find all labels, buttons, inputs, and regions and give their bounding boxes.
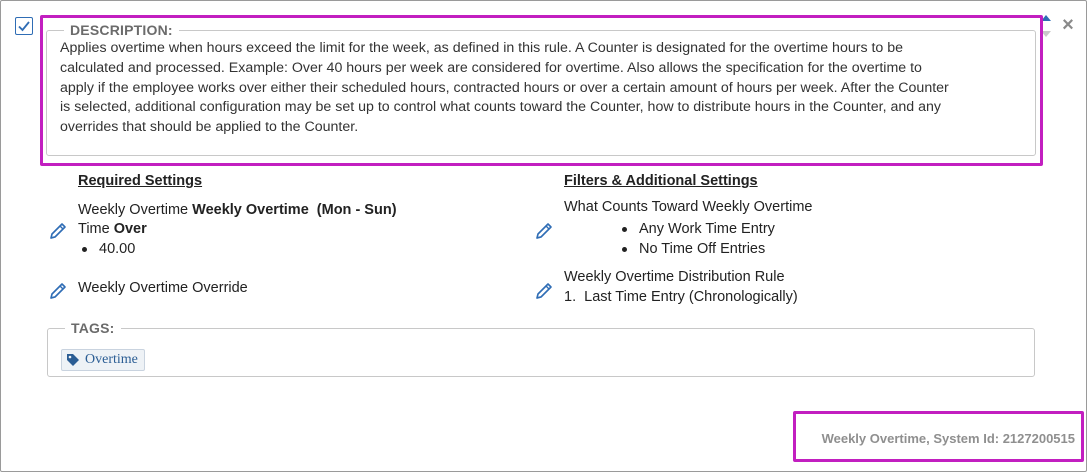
description-line: Applies overtime when hours exceed the l… [60,40,904,56]
overtime-prefix: Weekly Overtime [78,202,189,218]
tag-chip[interactable]: Overtime [61,349,145,371]
overtime-name: Weekly Overtime [192,202,309,218]
system-id-text: Weekly Overtime, System Id: 2127200515 [821,431,1075,446]
time-label: Time [78,221,110,237]
counts-item: No Time Off Entries [621,241,766,257]
tag-icon [67,354,79,366]
distribution-item-number: 1. [564,289,577,305]
override-label: Weekly Overtime Override [78,280,248,296]
description-box: DESCRIPTION: Applies overtime when hours… [46,22,1036,156]
time-setting-line: Time Over [78,219,147,239]
description-legend: DESCRIPTION: [70,22,173,38]
description-line: overrides that should be applied to the … [60,119,359,136]
edit-pencil-icon[interactable] [48,281,68,301]
edit-pencil-icon[interactable] [48,221,68,241]
required-settings-title: Required Settings [78,173,203,189]
checkbox-checked-icon [18,21,30,32]
counts-item: Any Work Time Entry [622,221,775,237]
distribution-rule-label: Weekly Overtime Distribution Rule [564,269,785,285]
description-line: calculated and processed. Example: Over … [60,59,922,76]
distribution-rule-item: 1. Last Time Entry (Chronologically) [564,287,798,307]
edit-pencil-icon[interactable] [534,221,554,241]
tags-box: TAGS: [47,320,1035,377]
description-line: is selected, additional configuration ma… [60,99,941,116]
counts-toward-label: What Counts Toward Weekly Overtime [564,199,813,215]
overtime-days: (Mon - Sun) [316,202,397,218]
distribution-item-text: Last Time Entry (Chronologically) [584,289,798,305]
close-icon[interactable]: × [1060,15,1076,35]
overtime-setting-line: Weekly Overtime Weekly Overtime (Mon - S… [78,200,397,220]
description-text: Applies overtime when hours exceed the l… [60,39,1022,138]
time-value: 40.00 [81,241,136,257]
edit-pencil-icon[interactable] [534,281,554,301]
tags-legend: TAGS: [71,320,115,336]
select-checkbox[interactable] [15,17,33,35]
filters-title: Filters & Additional Settings [564,173,758,189]
description-line: apply if the employee works over either … [60,79,949,96]
tag-label: Overtime [85,352,138,367]
time-qualifier: Over [113,221,147,237]
